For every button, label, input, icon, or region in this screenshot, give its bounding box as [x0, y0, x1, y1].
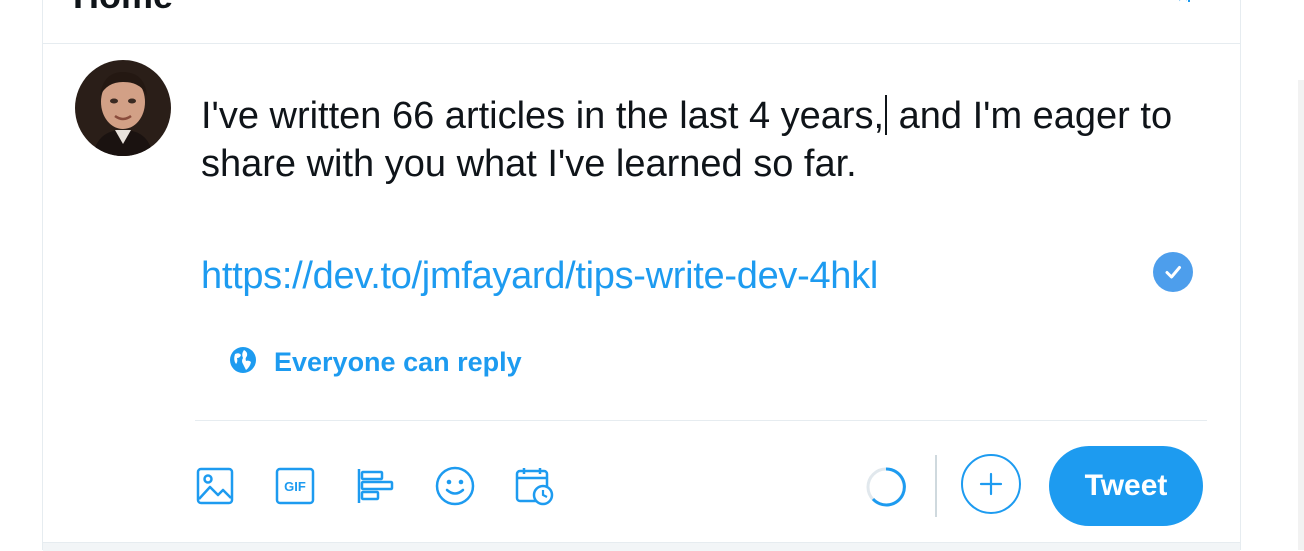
emoji-icon[interactable] — [435, 466, 475, 506]
image-icon[interactable] — [195, 466, 235, 506]
home-timeline-panel: Home I've written 66 articles in the las… — [42, 0, 1241, 551]
schedule-icon[interactable] — [515, 466, 555, 506]
avatar[interactable] — [75, 60, 171, 156]
reply-setting-label: Everyone can reply — [274, 347, 522, 377]
globe-icon — [229, 346, 257, 379]
page-header: Home — [43, 0, 1240, 44]
poll-icon[interactable] — [355, 466, 395, 506]
check-circle-icon[interactable] — [1153, 252, 1193, 292]
text-caret — [885, 95, 888, 135]
left-gutter — [0, 0, 42, 550]
gif-label: GIF — [284, 479, 306, 494]
tweet-text-before-caret: I've written 66 articles in the last 4 y… — [201, 95, 885, 137]
plus-icon[interactable] — [961, 454, 1021, 514]
sparkle-icon[interactable] — [1171, 0, 1197, 10]
page-title: Home — [73, 0, 173, 14]
tweet-button[interactable]: Tweet — [1049, 446, 1203, 526]
tweet-text-input[interactable]: I've written 66 articles in the last 4 y… — [201, 92, 1211, 188]
character-count-ring — [865, 466, 907, 508]
toolbar-separator — [935, 455, 937, 517]
gif-icon[interactable]: GIF — [275, 466, 315, 506]
article-link[interactable]: https://dev.to/jmfayard/tips-write-dev-4… — [201, 252, 878, 300]
composer-divider — [195, 420, 1207, 421]
reply-setting-button[interactable]: Everyone can reply — [229, 346, 522, 379]
right-scroll-edge — [1298, 80, 1304, 550]
